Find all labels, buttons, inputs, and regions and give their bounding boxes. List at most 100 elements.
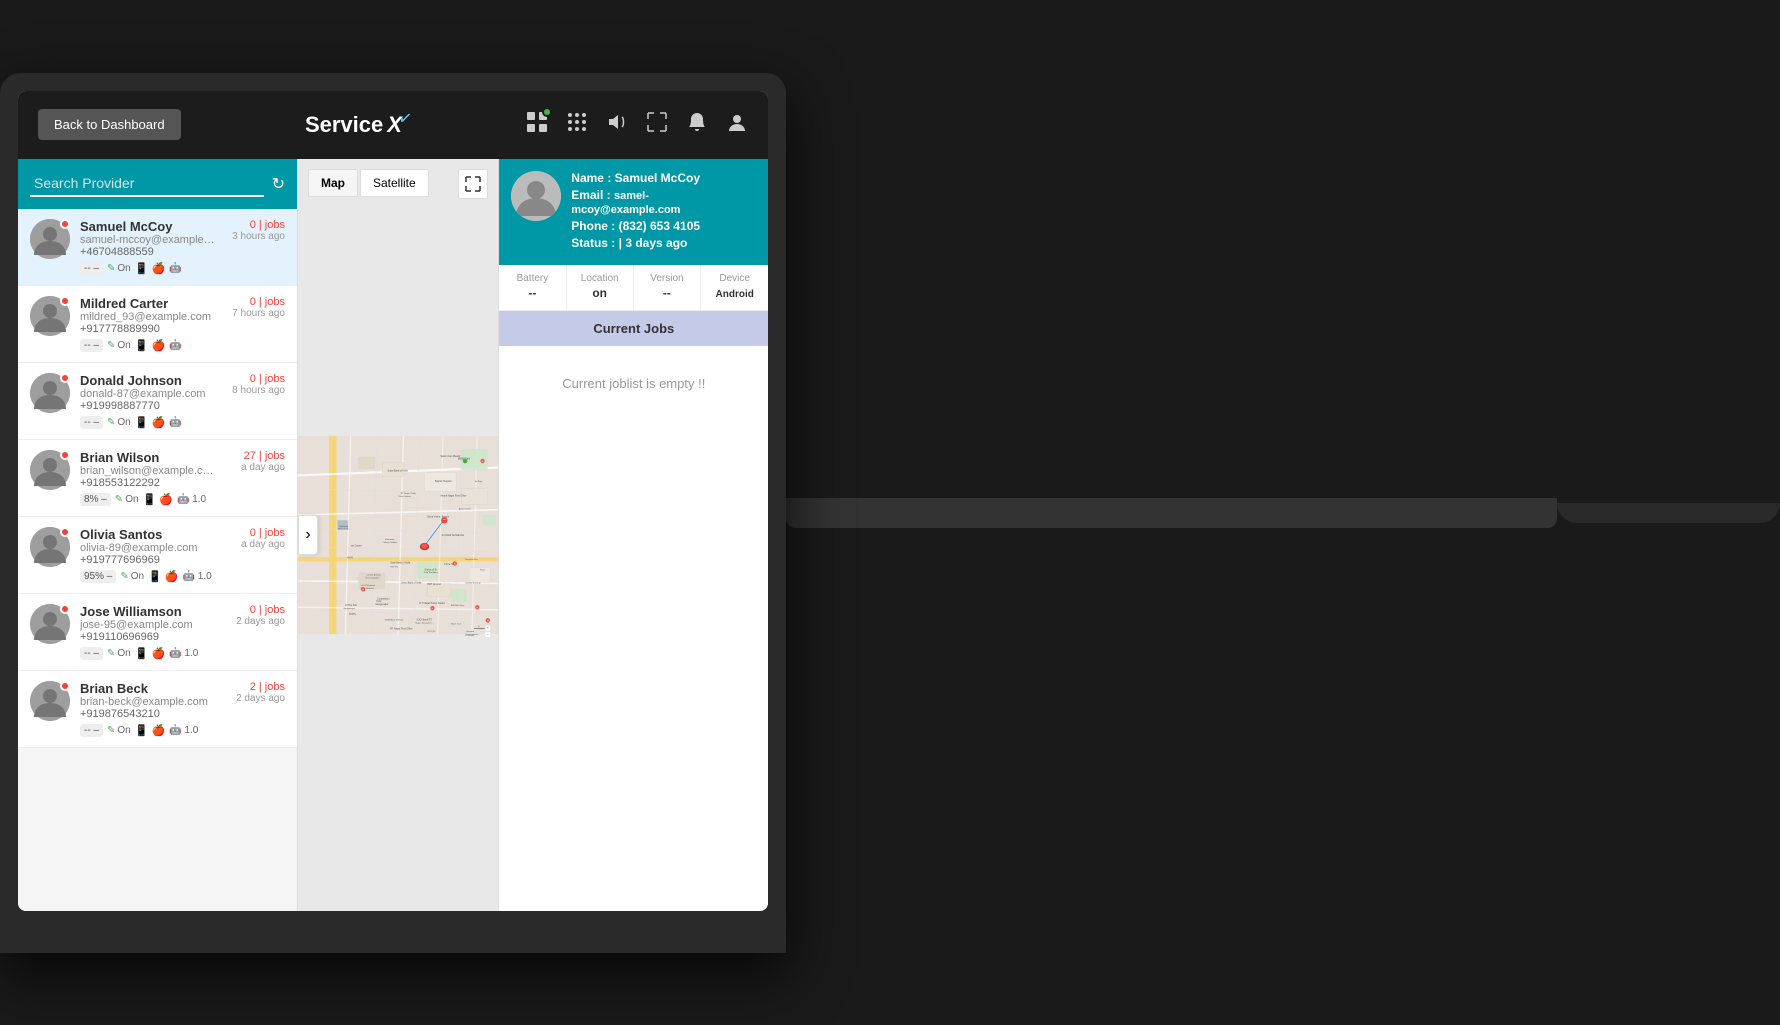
avatar <box>30 527 70 567</box>
provider-name: Jose Williamson <box>80 604 215 619</box>
main-content: ↻ Samuel McCoy samuel-mccoy@example.com … <box>18 159 768 911</box>
jobs-col: 27 | jobs a day ago <box>225 450 285 473</box>
online-dot <box>60 219 70 229</box>
svg-text:Ganganagar: Ganganagar <box>375 603 388 606</box>
online-dot <box>60 450 70 460</box>
provider-name: Mildred Carter <box>80 296 215 311</box>
jobs-col: 0 | jobs 7 hours ago <box>225 296 285 319</box>
battery-badge: -- – <box>80 262 103 275</box>
list-item[interactable]: Donald Johnson donald-87@example.com +91… <box>18 363 297 440</box>
svg-text:Union Bank of India: Union Bank of India <box>401 581 422 584</box>
battery-badge: -- – <box>80 416 103 429</box>
status-indicator: ✎ On <box>107 725 131 736</box>
svg-text:Park: Park <box>377 600 383 603</box>
location-stat: Location on <box>567 265 634 310</box>
device-icons: 📱 🍎 <box>143 493 173 506</box>
svg-text:Bangale: Bangale <box>467 631 476 633</box>
refresh-button[interactable]: ↻ <box>272 174 285 194</box>
provider-phone: +46704888559 <box>80 246 215 258</box>
avatar <box>30 681 70 721</box>
device-icons: 📱 🍎 <box>148 570 178 583</box>
version-badge: 🤖 1.0 <box>183 571 212 582</box>
search-header: ↻ <box>18 159 297 209</box>
laptop-screen: Back to Dashboard Service X✓ <box>18 91 768 911</box>
provider-phone: +919777696969 <box>80 554 215 566</box>
jobs-col: 0 | jobs 3 hours ago <box>225 219 285 242</box>
avatar <box>30 450 70 490</box>
back-to-dashboard-button[interactable]: Back to Dashboard <box>38 109 181 140</box>
map-tab[interactable]: Map <box>308 169 358 197</box>
provider-info: Jose Williamson jose-95@example.com +919… <box>80 604 215 660</box>
job-time: 2 days ago <box>225 693 285 704</box>
svg-text:State Bank of India: State Bank of India <box>388 469 409 472</box>
provider-name: Brian Wilson <box>80 450 215 465</box>
provider-info: Brian Wilson brian_wilson@example.com +9… <box>80 450 215 506</box>
email-label: Email : <box>571 188 610 202</box>
version-label: Version <box>638 273 696 284</box>
device-value: Android <box>716 289 754 300</box>
svg-text:RT Nagar Post Office: RT Nagar Post Office <box>390 627 413 630</box>
svg-text:Baptist Hospital: Baptist Hospital <box>435 480 452 483</box>
list-item[interactable]: Samuel McCoy samuel-mccoy@example.com +4… <box>18 209 297 286</box>
provider-list: Samuel McCoy samuel-mccoy@example.com +4… <box>18 209 297 911</box>
list-item[interactable]: Olivia Santos olivia-89@example.com +919… <box>18 517 297 594</box>
svg-text:Swami Jain Mandir: Swami Jain Mandir <box>440 454 460 457</box>
provider-email: olivia-89@example.com <box>80 542 215 554</box>
bell-icon[interactable] <box>686 111 708 139</box>
list-item[interactable]: Brian Beck brian-beck@example.com +91987… <box>18 671 297 748</box>
device-icons: 📱 🍎 <box>135 262 165 275</box>
list-item[interactable]: Jose Williamson jose-95@example.com +919… <box>18 594 297 671</box>
jobs-col: 2 | jobs 2 days ago <box>225 681 285 704</box>
list-item[interactable]: Brian Wilson brian_wilson@example.com +9… <box>18 440 297 517</box>
version-stat: Version -- <box>634 265 701 310</box>
apps-icon[interactable] <box>566 111 588 139</box>
provider-info: Olivia Santos olivia-89@example.com +919… <box>80 527 215 583</box>
device-stat: Device Android <box>701 265 768 310</box>
avatar <box>30 219 70 259</box>
phone-label: Phone : <box>571 219 615 233</box>
provider-phone: +917778889990 <box>80 323 215 335</box>
map-tab-controls: Map Satellite <box>308 169 429 197</box>
svg-text:H: H <box>432 607 434 610</box>
svg-text:H: H <box>476 606 478 609</box>
satellite-tab[interactable]: Satellite <box>360 169 429 197</box>
svg-text:Anand Nagar Post Office: Anand Nagar Post Office <box>440 494 467 497</box>
sidebar: ↻ Samuel McCoy samuel-mccoy@example.com … <box>18 159 298 911</box>
list-item[interactable]: Mildred Carter mildred_93@example.com +9… <box>18 286 297 363</box>
logo: Service X✓ <box>305 112 402 138</box>
provider-meta: 95% – ✎ On 📱 🍎 🤖 1.0 <box>80 570 215 583</box>
name-label: Name : <box>571 171 611 185</box>
status-indicator: ✎ On <box>107 648 131 659</box>
current-jobs-header: Current Jobs <box>499 311 768 346</box>
battery-stat: Battery -- <box>499 265 566 310</box>
online-dot <box>60 527 70 537</box>
volume-icon[interactable] <box>606 111 628 139</box>
version-badge: 🤖 <box>169 263 181 274</box>
sidebar-toggle-button[interactable]: › <box>298 515 318 555</box>
jobs-count: 0 | jobs <box>225 527 285 539</box>
online-dot <box>60 604 70 614</box>
user-profile-icon[interactable] <box>726 111 748 139</box>
laptop-base <box>786 498 1556 528</box>
svg-text:College, Hebbal: College, Hebbal <box>382 542 397 544</box>
status-indicator: ✎ On <box>107 340 131 351</box>
job-time: a day ago <box>225 462 285 473</box>
user-name: Samuel McCoy <box>615 171 700 185</box>
map-expand-button[interactable] <box>458 169 488 199</box>
jobs-count: 0 | jobs <box>225 373 285 385</box>
user-status-line: Status : | 3 days ago <box>571 236 756 250</box>
battery-badge: 95% – <box>80 570 116 583</box>
device-icons: 📱 🍎 <box>135 339 165 352</box>
status-indicator: ✎ On <box>107 263 131 274</box>
svg-text:H: H <box>482 459 484 462</box>
online-dot <box>60 373 70 383</box>
expand-icon[interactable] <box>646 111 668 139</box>
version-badge: 🤖 1.0 <box>169 648 198 659</box>
provider-info: Donald Johnson donald-87@example.com +91… <box>80 373 215 429</box>
search-input[interactable] <box>30 171 264 197</box>
grid-icon[interactable] <box>526 111 548 139</box>
jobs-count: 2 | jobs <box>225 681 285 693</box>
status-indicator: ✎ On <box>120 571 144 582</box>
provider-email: brian-beck@example.com <box>80 696 215 708</box>
device-label: Device <box>705 273 764 284</box>
